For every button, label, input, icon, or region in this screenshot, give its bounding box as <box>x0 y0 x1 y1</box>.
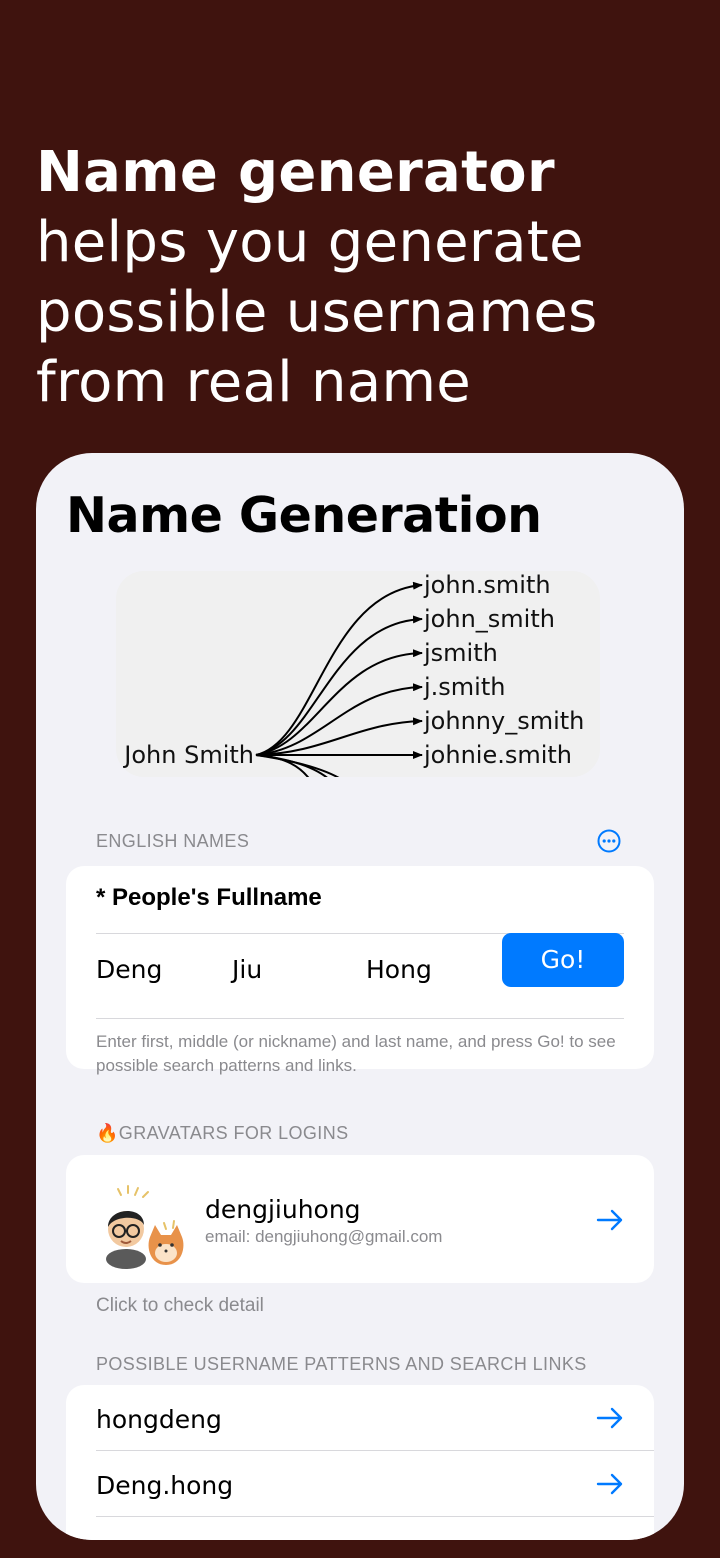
diagram-target-label: johnie.smith <box>423 741 572 769</box>
fullname-card: * People's Fullname Deng Jiu Hong Go! En… <box>66 866 654 1075</box>
diagram-target-label: johnny_smith <box>423 707 584 735</box>
headline-rest: helps you generate possible usernames fr… <box>36 210 598 415</box>
patterns-list: hongdeng Deng.hong <box>66 1385 654 1540</box>
gravatars-header: 🔥GRAVATARS FOR LOGINS <box>96 1123 349 1143</box>
gravatar-row[interactable]: dengjiuhong email: dengjiuhong@gmail.com <box>66 1155 654 1283</box>
last-name-field[interactable]: Hong <box>366 946 432 994</box>
name-diagram-svg: John Smith john.smith john_smith jsmith … <box>122 571 584 777</box>
divider <box>96 1450 654 1451</box>
fullname-label: * People's Fullname <box>96 884 322 911</box>
headline-bold: Name generator <box>36 140 555 205</box>
diagram-source-label: John Smith <box>122 741 254 769</box>
middle-name-field[interactable]: Jiu <box>232 946 262 994</box>
diagram-target-label: john_smith <box>423 605 555 633</box>
name-diagram: John Smith john.smith john_smith jsmith … <box>116 571 600 777</box>
divider <box>96 1516 654 1517</box>
gravatar-email: email: dengjiuhong@gmail.com <box>205 1227 443 1246</box>
pattern-item[interactable]: hongdeng <box>96 1405 222 1434</box>
patterns-header: POSSIBLE USERNAME PATTERNS AND SEARCH LI… <box>96 1354 587 1374</box>
avatar <box>106 1185 184 1269</box>
gravatar-footer-note: Click to check detail <box>96 1295 264 1316</box>
arrow-right-icon[interactable] <box>596 1407 624 1429</box>
divider <box>96 1018 624 1019</box>
arrow-right-icon[interactable] <box>596 1473 624 1495</box>
ellipsis-circle-icon[interactable] <box>597 829 621 853</box>
page-title: Name Generation <box>66 487 542 544</box>
arrow-right-icon[interactable] <box>596 1209 624 1231</box>
pattern-item[interactable]: Deng.hong <box>96 1471 233 1500</box>
go-button[interactable]: Go! <box>502 933 624 987</box>
headline: Name generator helps you generate possib… <box>36 138 696 418</box>
fullname-hint: Enter first, middle (or nickname) and la… <box>96 1032 616 1075</box>
phone-screen: Name Generation John Smith john.smith jo… <box>36 453 684 1540</box>
gravatar-name: dengjiuhong <box>205 1195 361 1224</box>
diagram-target-label: john.smith <box>423 571 551 599</box>
diagram-target-label: j.smith <box>423 673 505 701</box>
english-names-header: ENGLISH NAMES <box>96 831 250 851</box>
diagram-target-label: jsmith <box>423 639 498 667</box>
first-name-field[interactable]: Deng <box>96 946 162 994</box>
